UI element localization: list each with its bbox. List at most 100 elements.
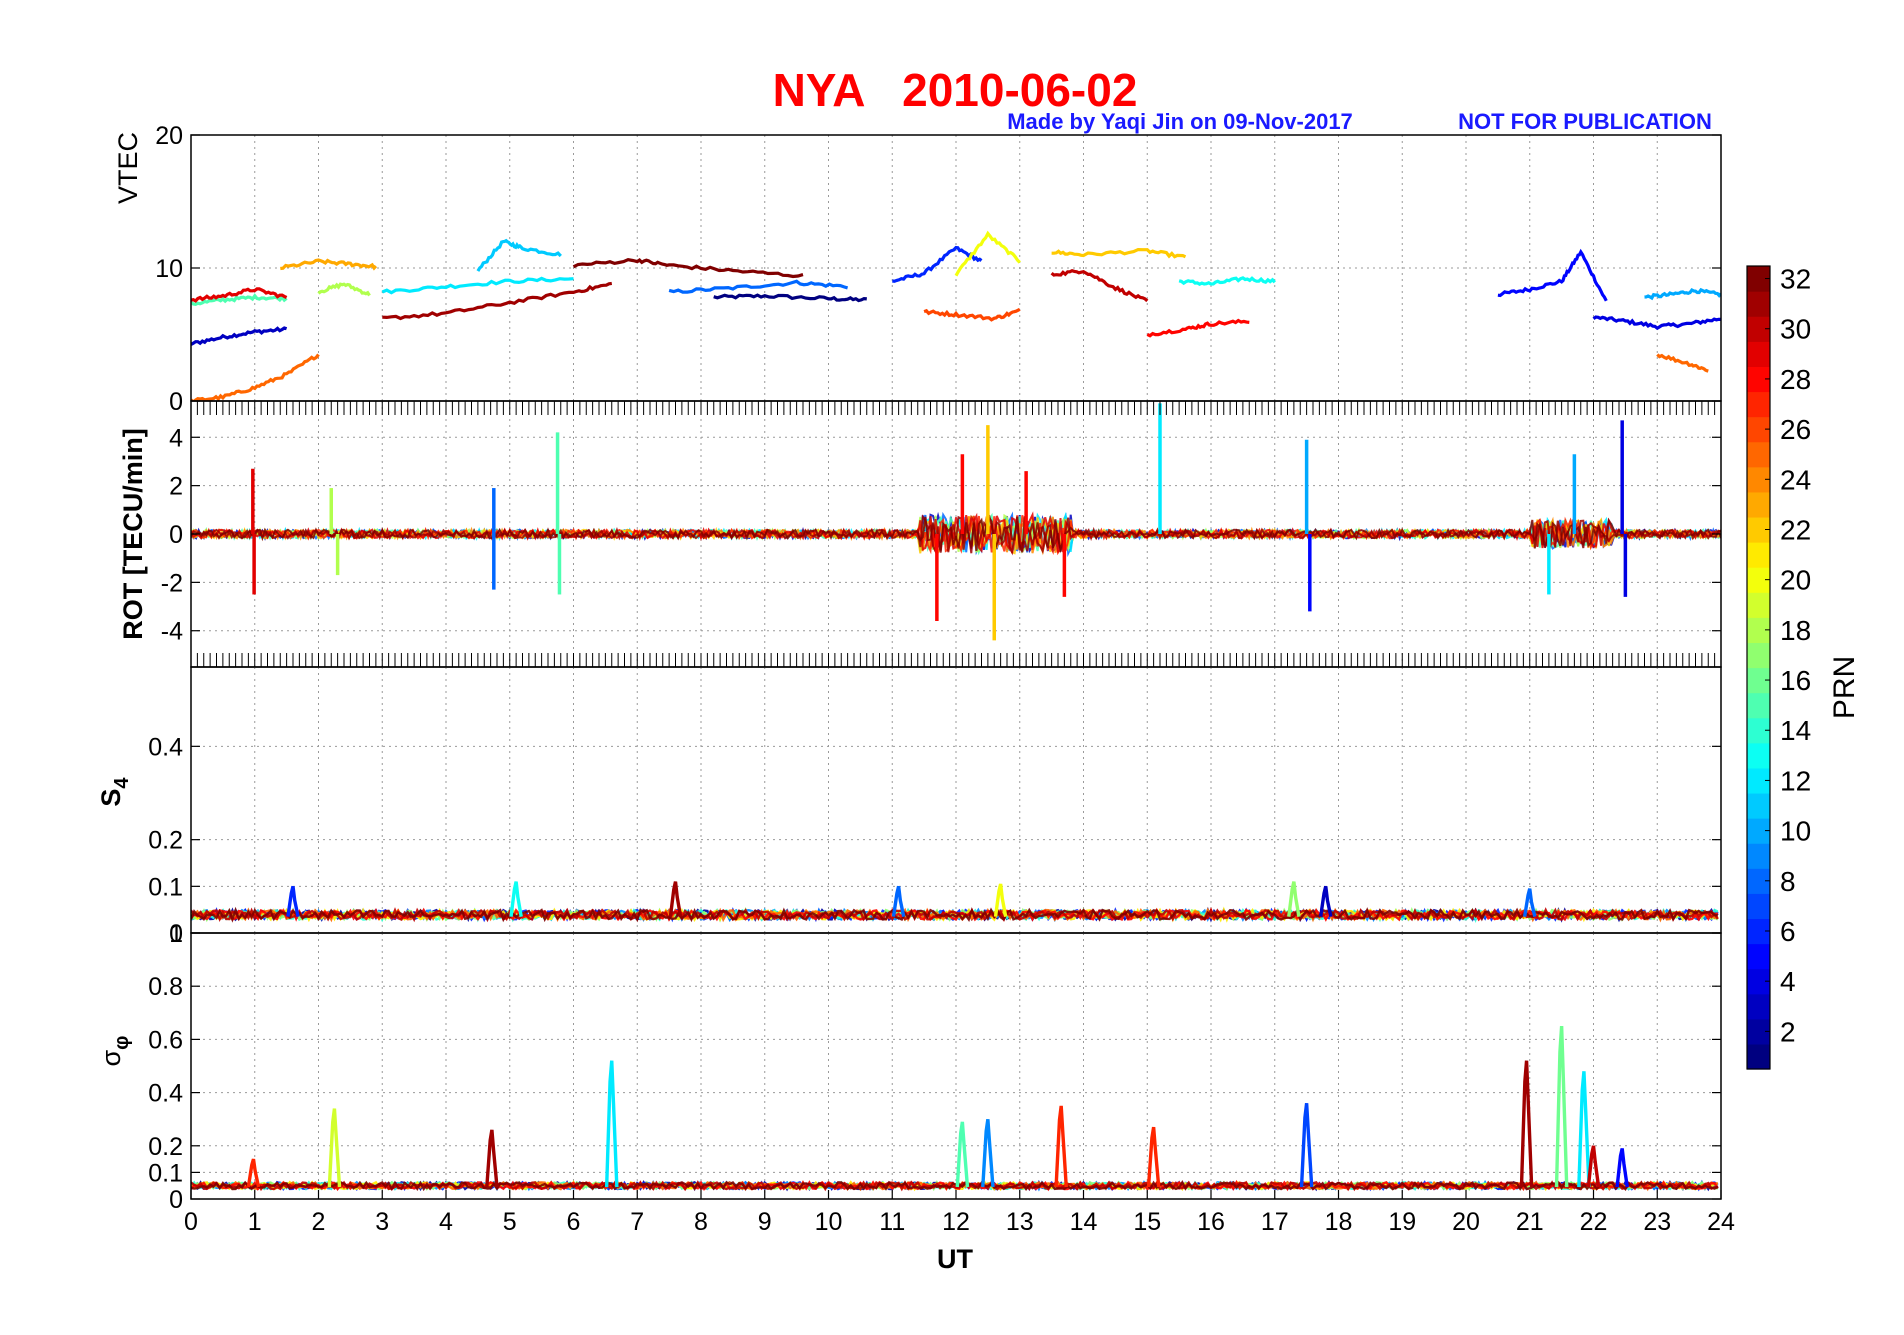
- vtec-series-prn-10: [1644, 287, 1721, 301]
- vtec-series-prn-23: [280, 258, 378, 271]
- sigma_phi-peak-prn-31: [1519, 1060, 1534, 1188]
- ionosphere-chart: NYA 2010-06-02 Made by Yaqi Jin on 09-No…: [96, 64, 1861, 1274]
- sigma_phi-y-tick-label: 0.8: [148, 973, 183, 1001]
- colorbar-swatch-25: [1747, 441, 1770, 468]
- sigma-y-axis-label: σφ: [96, 1036, 133, 1067]
- vtec-y-tick-label: 0: [169, 388, 183, 416]
- sigma_phi-peak-prn-27: [1054, 1105, 1068, 1188]
- sigma_phi-peak-prn-15: [955, 1121, 970, 1188]
- colorbar-swatch-23: [1747, 491, 1770, 518]
- colorbar-swatch-13: [1747, 742, 1770, 769]
- sigma_phi-peak-prn-5: [1615, 1148, 1629, 1188]
- x-tick-label: 16: [1197, 1208, 1225, 1236]
- colorbar-tick-label: 26: [1780, 414, 1811, 445]
- sigma_phi-peak-prn-9: [981, 1118, 995, 1188]
- colorbar-tick-label: 12: [1780, 765, 1811, 796]
- rot-y-tick-label: 0: [169, 521, 183, 549]
- vtec-series-prn-6: [892, 245, 983, 283]
- colorbar-swatch-11: [1747, 792, 1770, 819]
- colorbar-swatch-29: [1747, 341, 1770, 367]
- sigma_phi-y-tick-label: 1: [169, 920, 183, 948]
- s4-y-axis-label: S4: [96, 777, 133, 807]
- plot-layer: 01020VTEC-4-2024ROT [TECU/min]00.10.20.4…: [96, 122, 1735, 1236]
- colorbar-swatch-5: [1747, 943, 1770, 970]
- colorbar-swatch-15: [1747, 692, 1770, 719]
- vtec-series-prn-8: [668, 279, 849, 294]
- publication-notice: NOT FOR PUBLICATION: [1458, 109, 1712, 134]
- sigma_phi-peak-prn-12: [604, 1060, 619, 1188]
- s4-label-main: S: [96, 789, 126, 807]
- rot-y-tick-label: -2: [161, 569, 183, 597]
- sigma_phi-y-tick-label: 0.6: [148, 1026, 183, 1054]
- sigma_phi-peak-prn-7: [1299, 1103, 1314, 1188]
- vtec-series-prn-22: [1051, 247, 1187, 259]
- vtec-y-axis-label: VTEC: [113, 132, 143, 204]
- s4-y-tick-label: 0.4: [148, 733, 183, 761]
- sigma-label-subscript: φ: [111, 1036, 133, 1050]
- colorbar-tick-label: 30: [1780, 314, 1811, 345]
- s4-y-tick-label: 0.1: [148, 873, 183, 901]
- colorbar-tick-label: 24: [1780, 464, 1811, 495]
- x-tick-label: 22: [1580, 1208, 1608, 1236]
- vtec-y-tick-label: 10: [155, 255, 183, 283]
- x-tick-label: 7: [630, 1208, 644, 1236]
- rot-y-tick-label: 2: [169, 473, 183, 501]
- colorbar-swatch-19: [1747, 592, 1770, 618]
- sigma_phi-y-tick-label: 0.1: [148, 1159, 183, 1187]
- colorbar-tick-label: 4: [1780, 966, 1796, 997]
- x-tick-label: 15: [1133, 1208, 1161, 1236]
- x-tick-label: 1: [248, 1208, 262, 1236]
- x-tick-label: 6: [567, 1208, 581, 1236]
- x-tick-label: 13: [1006, 1208, 1034, 1236]
- colorbar-tick-label: 16: [1780, 665, 1811, 696]
- x-tick-label: 3: [375, 1208, 389, 1236]
- vtec-series-prn-13: [1178, 276, 1276, 287]
- vtec-series-prn-28: [1146, 318, 1250, 338]
- vtec-y-tick-label: 20: [155, 122, 183, 150]
- colorbar-swatch-1: [1747, 1043, 1770, 1070]
- vtec-series-prn-26: [923, 307, 1021, 322]
- x-axis-label: UT: [937, 1244, 973, 1274]
- x-tick-label: 10: [815, 1208, 843, 1236]
- colorbar-swatch-21: [1747, 542, 1770, 568]
- sigma_phi-y-tick-label: 0: [169, 1186, 183, 1214]
- s4-y-tick-label: 0.2: [148, 827, 183, 855]
- colorbar-label: PRN: [1828, 656, 1861, 719]
- colorbar-swatch-3: [1747, 993, 1770, 1020]
- sigma_phi-peak-prn-27: [1146, 1126, 1161, 1188]
- sigma_phi-y-tick-label: 0.4: [148, 1080, 183, 1108]
- rot-y-tick-label: -4: [161, 618, 183, 646]
- colorbar-swatch-17: [1747, 642, 1770, 669]
- colorbar-tick-label: 10: [1780, 816, 1811, 847]
- x-tick-label: 2: [312, 1208, 326, 1236]
- x-tick-label: 18: [1325, 1208, 1353, 1236]
- x-tick-label: 24: [1707, 1208, 1735, 1236]
- rot-y-axis-label: ROT [TECU/min]: [118, 428, 148, 639]
- colorbar-tick-label: 6: [1780, 916, 1796, 947]
- vtec-series-prn-25: [1656, 353, 1709, 373]
- colorbar-tick-label: 14: [1780, 715, 1811, 746]
- x-tick-label: 8: [694, 1208, 708, 1236]
- vtec-series-prn-12: [381, 276, 574, 295]
- sigma_phi-data: [191, 1025, 1719, 1192]
- sigma_phi-peak-prn-19: [327, 1108, 342, 1188]
- colorbar-tick-label: 32: [1780, 264, 1811, 295]
- colorbar-tick-label: 18: [1780, 615, 1811, 646]
- x-tick-label: 9: [758, 1208, 772, 1236]
- sigma-label-main: σ: [96, 1049, 126, 1066]
- sigma_phi-peak-prn-16: [1554, 1025, 1569, 1188]
- x-tick-label: 19: [1388, 1208, 1416, 1236]
- x-tick-label: 20: [1452, 1208, 1480, 1236]
- x-tick-label: 23: [1643, 1208, 1671, 1236]
- x-tick-label: 21: [1516, 1208, 1544, 1236]
- x-tick-label: 0: [184, 1208, 198, 1236]
- s4-label-subscript: 4: [111, 777, 133, 789]
- colorbar-swatch-31: [1747, 291, 1770, 317]
- x-tick-label: 4: [439, 1208, 453, 1236]
- credit-text: Made by Yaqi Jin on 09-Nov-2017: [1007, 109, 1353, 134]
- vtec-series-prn-11: [476, 238, 562, 272]
- vtec-series-prn-30: [1050, 268, 1149, 303]
- chart-container: NYA 2010-06-02 Made by Yaqi Jin on 09-No…: [0, 0, 1904, 1330]
- s4-data: [191, 881, 1719, 923]
- sigma_phi-peak-prn-31: [485, 1129, 499, 1188]
